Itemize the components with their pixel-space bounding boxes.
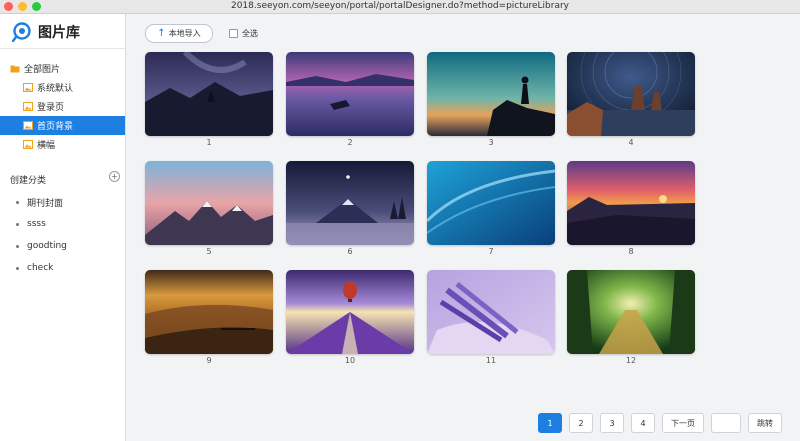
upload-icon: ↑ — [157, 28, 166, 39]
image-thumbnail[interactable] — [145, 270, 273, 354]
add-category-icon[interactable]: + — [109, 171, 120, 182]
image-icon — [23, 83, 33, 92]
sidebar: 图片库 全部图片 系统默认 登录页 首页背景 横幅 创建分类 + 期刊封面 ss… — [0, 14, 126, 441]
image-number: 12 — [625, 356, 637, 365]
image-thumbnail[interactable] — [567, 270, 695, 354]
app-title: 图片库 — [38, 25, 80, 41]
category-item[interactable]: ssss — [0, 213, 125, 235]
tree-item-homepage-background[interactable]: 首页背景 — [0, 116, 125, 135]
image-thumbnail[interactable] — [286, 270, 414, 354]
image-number: 5 — [206, 247, 212, 256]
category-label: goodting — [27, 241, 67, 251]
image-number: 6 — [347, 247, 353, 256]
toolbar: ↑ 本地导入 全选 — [145, 24, 258, 43]
category-list: 期刊封面 ssss goodting check — [0, 191, 125, 279]
next-page-button[interactable]: 下一页 — [662, 413, 704, 433]
tree-item-label: 首页背景 — [37, 122, 74, 132]
image-thumbnail[interactable] — [286, 161, 414, 245]
image-number: 4 — [628, 138, 634, 147]
image-card[interactable]: 5 — [145, 161, 273, 256]
local-import-label: 本地导入 — [168, 29, 201, 38]
page-button-4[interactable]: 4 — [631, 413, 655, 433]
image-thumbnail[interactable] — [427, 161, 555, 245]
image-card[interactable]: 9 — [145, 270, 273, 365]
image-thumbnail[interactable] — [145, 52, 273, 136]
window-url: 2018.seeyon.com/seeyon/portal/portalDesi… — [230, 1, 569, 11]
jump-page-input[interactable] — [711, 413, 741, 433]
image-number: 11 — [485, 356, 497, 365]
category-label: ssss — [27, 219, 46, 229]
image-card[interactable]: 2 — [286, 52, 414, 147]
category-item[interactable]: goodting — [0, 235, 125, 257]
image-card[interactable]: 1 — [145, 52, 273, 147]
image-number: 2 — [347, 138, 353, 147]
image-icon — [23, 140, 33, 149]
folder-icon — [10, 65, 20, 73]
folder-tree: 全部图片 系统默认 登录页 首页背景 横幅 — [0, 59, 125, 154]
image-number: 9 — [206, 356, 212, 365]
select-all-checkbox[interactable] — [229, 29, 238, 38]
image-number: 3 — [488, 138, 494, 147]
app-logo: 图片库 — [12, 20, 80, 44]
local-import-button[interactable]: ↑ 本地导入 — [145, 24, 213, 43]
bullet-icon — [16, 222, 19, 226]
select-all[interactable]: 全选 — [229, 28, 258, 39]
image-thumbnail[interactable] — [145, 161, 273, 245]
image-card[interactable]: 10 — [286, 270, 414, 365]
tree-item-all-images[interactable]: 全部图片 — [0, 59, 125, 78]
select-all-label: 全选 — [242, 29, 258, 38]
bullet-icon — [16, 244, 19, 248]
tree-item-banner[interactable]: 横幅 — [0, 135, 125, 154]
pagination: 1 2 3 4 下一页 跳转 — [538, 412, 782, 434]
image-number: 1 — [206, 138, 212, 147]
image-number: 10 — [344, 356, 356, 365]
tree-item-label: 系统默认 — [37, 84, 74, 94]
image-thumbnail[interactable] — [567, 52, 695, 136]
image-card[interactable]: 3 — [427, 52, 555, 147]
image-card[interactable]: 7 — [427, 161, 555, 256]
image-card[interactable]: 4 — [567, 52, 695, 147]
category-label: 期刊封面 — [27, 198, 64, 209]
image-icon — [23, 102, 33, 111]
page-button-1[interactable]: 1 — [538, 413, 562, 433]
image-thumbnail[interactable] — [427, 270, 555, 354]
window-titlebar: 2018.seeyon.com/seeyon/portal/portalDesi… — [0, 0, 800, 14]
page-button-3[interactable]: 3 — [600, 413, 624, 433]
image-card[interactable]: 6 — [286, 161, 414, 256]
divider — [0, 48, 125, 49]
image-card[interactable]: 12 — [567, 270, 695, 365]
picture-library-logo-icon — [12, 22, 31, 42]
image-card[interactable]: 11 — [427, 270, 555, 365]
bullet-icon — [16, 266, 19, 270]
image-icon — [23, 121, 33, 130]
image-number: 7 — [488, 247, 494, 256]
page-button-2[interactable]: 2 — [569, 413, 593, 433]
category-label: check — [27, 263, 54, 273]
image-number: 8 — [628, 247, 634, 256]
image-card[interactable]: 8 — [567, 161, 695, 256]
image-thumbnail[interactable] — [567, 161, 695, 245]
tree-item-label: 横幅 — [37, 141, 56, 151]
tree-item-login-page[interactable]: 登录页 — [0, 97, 125, 116]
image-thumbnail[interactable] — [286, 52, 414, 136]
image-thumbnail[interactable] — [427, 52, 555, 136]
tree-item-label: 登录页 — [37, 103, 65, 113]
category-header: 创建分类 — [10, 176, 47, 186]
jump-button[interactable]: 跳转 — [748, 413, 782, 433]
category-item[interactable]: check — [0, 257, 125, 279]
tree-item-label: 全部图片 — [24, 65, 61, 75]
category-item[interactable]: 期刊封面 — [0, 191, 125, 213]
bullet-icon — [16, 200, 19, 204]
tree-item-system-default[interactable]: 系统默认 — [0, 78, 125, 97]
